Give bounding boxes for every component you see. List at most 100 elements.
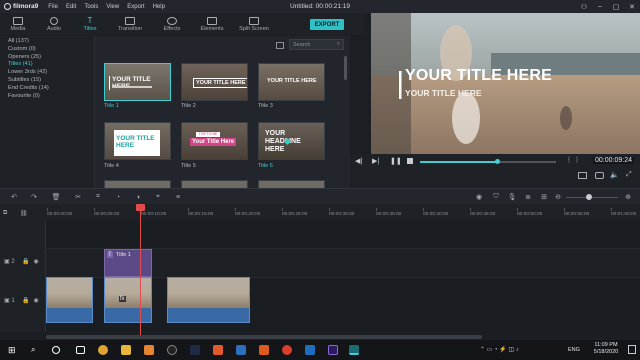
timeline-ruler[interactable]: ⧉ ⛓ 00:00:00:00 00:00:05:00 00:00:10:00 00:… (0, 204, 640, 220)
add-track-icon[interactable]: ⊞ (540, 193, 548, 201)
app-icon-red[interactable] (282, 345, 292, 355)
previous-frame-icon[interactable]: ◀| (355, 157, 362, 165)
title-thumbnail-9-partial[interactable] (258, 180, 325, 188)
playhead-handle[interactable] (136, 204, 145, 211)
video-clip-2[interactable]: fx (104, 277, 152, 323)
zoom-out-icon[interactable]: ⊖ (554, 193, 562, 201)
preview-title-text[interactable]: YOUR TITLE HERE (405, 67, 552, 85)
zoom-handle[interactable] (586, 194, 592, 200)
tab-split-screen[interactable]: Split Screen (232, 13, 276, 35)
tab-titles[interactable]: T Titles (72, 13, 108, 35)
menu-edit[interactable]: Edit (66, 4, 76, 10)
tab-audio[interactable]: Audio (36, 13, 72, 35)
category-favourite[interactable]: Favourite (0) (8, 93, 94, 101)
category-openers[interactable]: Openers (25) (8, 54, 94, 62)
snapshot-icon[interactable] (595, 172, 604, 179)
title-thumbnail-5[interactable]: TOP TO BE Your Title Here (181, 122, 248, 160)
cortana-icon[interactable] (52, 346, 60, 354)
effect-fx-icon[interactable]: fx (119, 296, 126, 302)
search-input[interactable]: Search ⌕ (289, 39, 344, 50)
zoom-slider[interactable] (566, 197, 618, 198)
mark-in-icon[interactable]: { (568, 157, 570, 163)
microphone-icon[interactable]: 🎙 (508, 193, 517, 201)
eye-icon[interactable]: ◉ (34, 259, 39, 265)
video-clip-1[interactable] (46, 277, 93, 323)
xampp-icon[interactable] (213, 345, 223, 355)
menu-tools[interactable]: Tools (84, 4, 98, 10)
lock-icon[interactable]: 🔒 (22, 259, 29, 265)
close-icon[interactable]: ✕ (624, 0, 640, 13)
chrome-icon[interactable] (98, 345, 108, 355)
category-all[interactable]: All (137) (8, 38, 94, 46)
cut-icon[interactable]: ✂ (74, 193, 82, 201)
add-track-menu-icon[interactable]: ⧉ (3, 210, 7, 217)
color-icon[interactable]: ◑ (134, 193, 142, 201)
tab-transition[interactable]: Transition (108, 13, 152, 35)
premiere-icon[interactable] (328, 345, 338, 355)
app-icon-orange[interactable] (144, 345, 154, 355)
category-titles[interactable]: Titles (41) (8, 61, 94, 69)
menu-view[interactable]: View (106, 4, 119, 10)
filmora-taskbar-icon[interactable] (349, 345, 359, 355)
render-icon[interactable]: ◉ (475, 193, 483, 201)
eye-icon[interactable]: ◉ (34, 298, 39, 304)
task-view-icon[interactable] (76, 346, 85, 354)
playback-slider[interactable] (420, 161, 556, 163)
stop-icon[interactable] (407, 158, 413, 164)
grid-scrollbar[interactable] (344, 56, 347, 80)
crop-icon[interactable]: ⌗ (94, 193, 102, 201)
windows-start-icon[interactable]: ⊞ (8, 345, 18, 355)
video-clip-3[interactable] (167, 277, 250, 323)
pause-icon[interactable]: ❚❚ (390, 157, 402, 165)
menu-file[interactable]: File (48, 4, 58, 10)
play-icon[interactable]: ▶| (372, 157, 379, 165)
link-icon[interactable]: ⛓ (20, 210, 28, 217)
voiceover-icon[interactable]: ≣ (524, 193, 532, 201)
category-end-credits[interactable]: End Credits (14) (8, 85, 94, 93)
shield-icon[interactable]: ⛉ (492, 193, 500, 201)
obs-icon[interactable] (167, 345, 177, 355)
category-subtitles[interactable]: Subtitles (15) (8, 77, 94, 85)
preview-subtitle-text[interactable]: YOUR TITLE HERE (405, 88, 482, 98)
tab-effects[interactable]: Effects (152, 13, 192, 35)
language-indicator[interactable]: ENG (568, 347, 580, 353)
title-thumbnail-3[interactable]: YOUR TITLE HERE (258, 63, 325, 101)
tab-elements[interactable]: Elements (192, 13, 232, 35)
maximize-icon[interactable]: ▢ (608, 0, 624, 13)
app-icon-dark[interactable] (190, 345, 200, 355)
title-thumbnail-4[interactable]: YOUR TITLE HERE (104, 122, 171, 160)
powerpoint-icon[interactable] (259, 345, 269, 355)
minimize-icon[interactable]: – (592, 0, 608, 13)
fullscreen-icon[interactable]: ⤢ (626, 171, 632, 179)
notification-icon[interactable] (628, 345, 636, 354)
category-lower-thirds[interactable]: Lower 3rds (42) (8, 69, 94, 77)
title-thumbnail-7-partial[interactable] (104, 180, 171, 188)
search-icon[interactable]: ⌕ (31, 345, 41, 355)
app-icon-blue[interactable] (305, 345, 315, 355)
zoom-in-icon[interactable]: ⊕ (624, 193, 632, 201)
lock-icon[interactable]: 🔒 (22, 298, 29, 304)
playhead[interactable] (140, 204, 141, 336)
display-icon[interactable] (578, 172, 587, 179)
title-thumbnail-1[interactable]: YOUR TITLE HERE (104, 63, 171, 101)
tab-media[interactable]: Media (0, 13, 36, 35)
audio-mixer-icon[interactable]: ≡ (174, 193, 182, 201)
title-thumbnail-2[interactable]: YOUR TITLE HERE (181, 63, 248, 101)
playback-handle[interactable] (495, 159, 501, 164)
undo-icon[interactable]: ↶ (10, 193, 18, 201)
user-icon[interactable]: ⚇ (576, 0, 592, 13)
title-thumbnail-6[interactable]: YOUR HEADLINE HERE (258, 122, 325, 160)
mark-out-icon[interactable]: } (576, 157, 578, 163)
category-custom[interactable]: Custom (0) (8, 46, 94, 54)
title-thumbnail-8-partial[interactable] (181, 180, 248, 188)
file-explorer-icon[interactable] (121, 345, 131, 355)
export-button[interactable]: EXPORT (310, 19, 344, 30)
timeline-scrollbar[interactable] (46, 335, 482, 339)
redo-icon[interactable]: ↷ (30, 193, 38, 201)
grid-view-icon[interactable] (276, 42, 284, 49)
clock[interactable]: 11:09 PM 5/18/2020 (588, 342, 624, 356)
speed-icon[interactable]: ◔ (114, 193, 122, 201)
menu-help[interactable]: Help (153, 4, 165, 10)
title-clip[interactable]: T Title 1 (104, 249, 152, 277)
system-tray-icons[interactable]: ⌃ ▭ ◔ ⚡ ◫ ♪ (480, 346, 519, 353)
